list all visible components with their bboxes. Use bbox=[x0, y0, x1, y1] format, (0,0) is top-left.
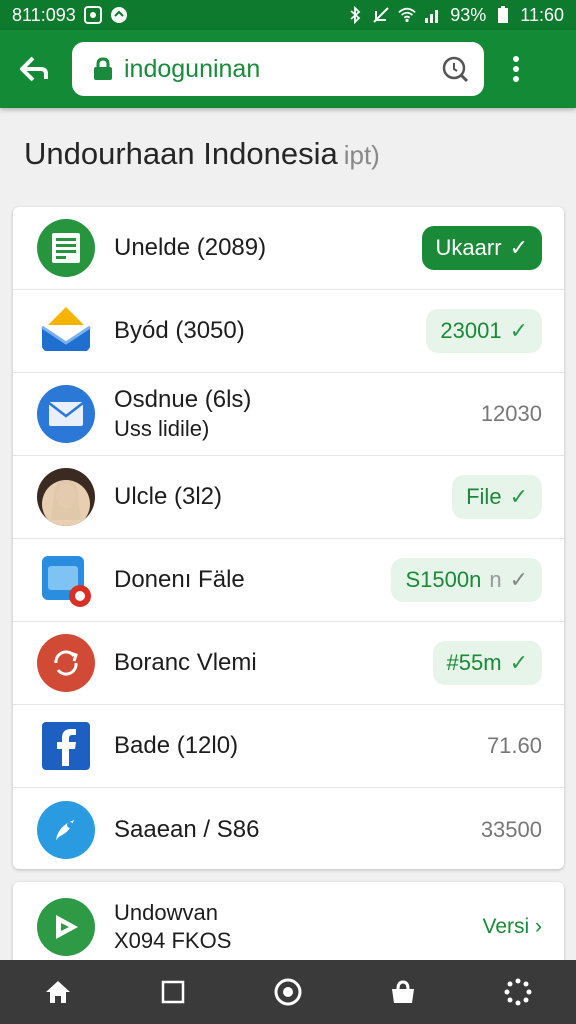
lens-icon[interactable] bbox=[440, 54, 470, 84]
page-title-hint: ipt) bbox=[343, 140, 380, 170]
app-name: Bade (12l0) bbox=[114, 732, 239, 759]
system-nav-bar bbox=[0, 960, 576, 1024]
app-name: Byód (3050) bbox=[114, 317, 245, 344]
status-bar: 811:093 93% 11:60 bbox=[0, 0, 576, 30]
mail-icon bbox=[37, 385, 95, 443]
featured-subtitle: X094 FKOS bbox=[114, 928, 232, 953]
circle-icon bbox=[274, 978, 302, 1006]
page-title: Undourhaan Indonesia ipt) bbox=[24, 136, 380, 172]
bluetooth-icon bbox=[346, 6, 364, 24]
list-item[interactable]: Bade (12l0) 71.60 bbox=[13, 705, 564, 788]
recents-button[interactable] bbox=[149, 968, 197, 1016]
file-button-label: File bbox=[466, 484, 502, 509]
list-item[interactable]: Unelde (2089) Ukaarr ✓ bbox=[13, 207, 564, 290]
browser-icon bbox=[37, 800, 95, 859]
sync-icon bbox=[37, 634, 95, 692]
battery-icon bbox=[494, 6, 512, 24]
url-bar[interactable]: indoguninan bbox=[72, 42, 484, 96]
app-name: Donenı Fäle bbox=[114, 566, 245, 593]
play-icon bbox=[37, 898, 95, 956]
app-size: 12030 bbox=[480, 401, 542, 426]
install-button-label: Ukaarr bbox=[435, 235, 502, 260]
more-vert-icon bbox=[513, 56, 519, 82]
app-name: Ulcle (3l2) bbox=[114, 483, 223, 510]
status-time-right: 11:60 bbox=[520, 4, 564, 25]
sheets-icon bbox=[37, 219, 95, 277]
check-icon: ✓ bbox=[509, 650, 528, 675]
square-icon bbox=[161, 980, 185, 1004]
app-name: Osdnue (6ls) bbox=[114, 386, 252, 413]
check-icon: ✓ bbox=[509, 484, 528, 509]
featured-item-card[interactable]: Undowvan X094 FKOS Versi › bbox=[13, 882, 564, 972]
featured-title: Undowvan bbox=[114, 900, 218, 925]
overflow-menu-button[interactable] bbox=[496, 42, 536, 96]
dots-icon bbox=[504, 978, 532, 1006]
speed-notification-icon bbox=[110, 6, 128, 24]
app-name: Boranc Vlemi bbox=[114, 649, 257, 676]
store-button[interactable] bbox=[379, 968, 427, 1016]
installed-button-label: 23001 bbox=[440, 318, 502, 343]
back-button[interactable] bbox=[12, 46, 58, 92]
check-icon: ✓ bbox=[509, 567, 528, 592]
check-icon: ✓ bbox=[509, 318, 528, 343]
home-icon bbox=[45, 981, 70, 1003]
list-item[interactable]: Donenı Fäle S1500n n ✓ bbox=[13, 539, 564, 622]
list-item[interactable]: Saaean / S86 33500 bbox=[13, 788, 564, 871]
apps-button[interactable] bbox=[494, 968, 542, 1016]
mute-icon bbox=[372, 6, 390, 24]
facebook-icon bbox=[37, 717, 95, 775]
list-item[interactable]: Osdnue (6ls) Uss lidile) 12030 bbox=[13, 373, 564, 456]
url-text: indoguninan bbox=[124, 54, 261, 83]
app-size: 33500 bbox=[480, 816, 542, 842]
download-size-label: S1500n bbox=[405, 567, 482, 592]
signal-icon bbox=[424, 6, 442, 24]
assistant-button[interactable] bbox=[264, 968, 312, 1016]
page-title-text: Undourhaan Indonesia bbox=[24, 136, 338, 171]
app-name: Unelde (2089) bbox=[114, 234, 267, 261]
check-icon: ✓ bbox=[509, 235, 528, 260]
app-name: Saaean / S86 bbox=[114, 815, 260, 843]
download-size-extra: n bbox=[489, 567, 502, 592]
back-arrow-icon bbox=[20, 56, 48, 82]
list-item[interactable]: Ulcle (3l2) File ✓ bbox=[13, 456, 564, 539]
app-subtitle: Uss lidile) bbox=[114, 416, 210, 441]
bag-icon bbox=[392, 980, 415, 1003]
inbox-icon bbox=[37, 302, 95, 360]
app-size: 71.60 bbox=[486, 733, 542, 758]
browser-toolbar: indoguninan bbox=[0, 30, 576, 108]
download-size-button[interactable]: S1500n n ✓ bbox=[391, 558, 542, 602]
update-button[interactable]: #55m ✓ bbox=[432, 641, 542, 685]
wifi-icon bbox=[398, 6, 416, 24]
version-link[interactable]: Versi › bbox=[482, 915, 542, 939]
battery-percent: 93% bbox=[450, 4, 487, 25]
photo-notification-icon bbox=[83, 6, 102, 24]
status-time-left: 811:093 bbox=[12, 4, 76, 25]
list-item[interactable]: Byód (3050) 23001 ✓ bbox=[13, 290, 564, 373]
calendar-icon bbox=[37, 551, 95, 609]
home-button[interactable] bbox=[34, 968, 82, 1016]
list-item[interactable]: Boranc Vlemi #55m ✓ bbox=[13, 622, 564, 705]
lock-icon bbox=[94, 57, 112, 80]
update-button-label: #55m bbox=[446, 650, 502, 675]
avatar bbox=[37, 468, 95, 526]
install-button[interactable]: Ukaarr ✓ bbox=[421, 226, 542, 270]
app-list-card: Unelde (2089) Ukaarr ✓ Byód (3050) 23001… bbox=[13, 207, 564, 869]
installed-button[interactable]: 23001 ✓ bbox=[426, 309, 542, 353]
file-button[interactable]: File ✓ bbox=[452, 475, 542, 519]
